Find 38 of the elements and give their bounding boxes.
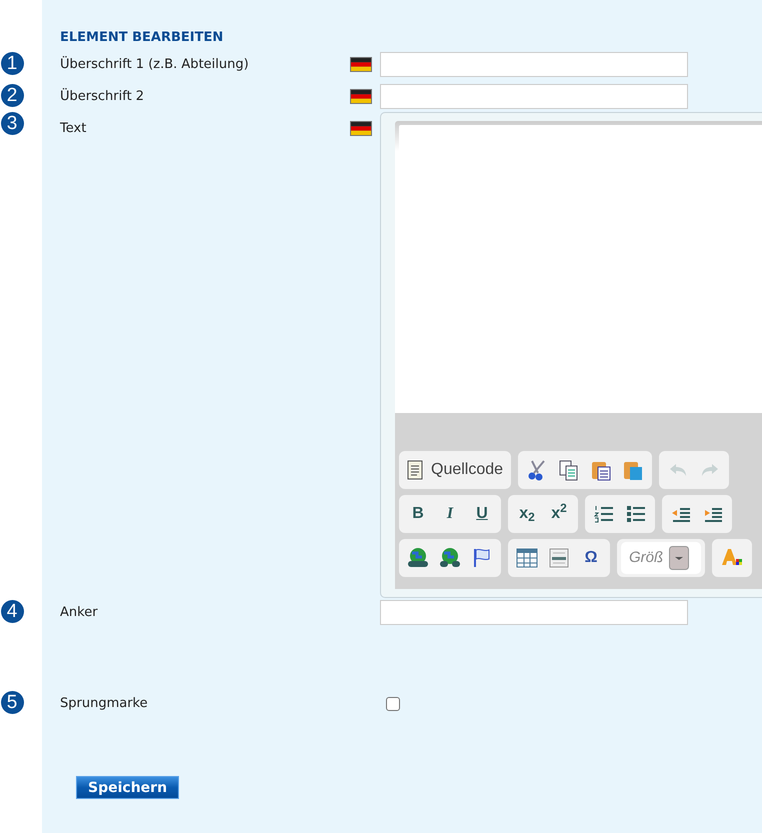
- field-label: Anker: [60, 604, 99, 622]
- field-label: Text: [60, 120, 88, 138]
- bullet-list-icon: [626, 504, 646, 524]
- step-number: 5: [0, 691, 24, 714]
- font-size-dropdown[interactable]: Größ: [621, 542, 701, 574]
- text-input[interactable]: [380, 84, 688, 109]
- underline-button[interactable]: U: [467, 499, 497, 529]
- source-button[interactable]: Quellcode: [403, 455, 508, 485]
- field-label: Sprungmarke: [60, 695, 149, 713]
- text-input[interactable]: [380, 52, 688, 77]
- indent-icon: [703, 505, 723, 523]
- text-input[interactable]: [380, 600, 688, 625]
- copy-icon: [558, 459, 580, 481]
- field-label: Überschrift 1 (z.B. Abteilung): [60, 55, 250, 74]
- section-title: ELEMENT BEARBEITEN: [60, 29, 224, 47]
- globe-link-icon: [407, 547, 429, 569]
- bold-button[interactable]: B: [403, 499, 433, 529]
- redo-icon: [700, 462, 720, 478]
- step-number: 2: [0, 84, 24, 107]
- special-character-button[interactable]: Ω: [576, 543, 606, 573]
- undo-icon: [668, 462, 688, 478]
- save-button[interactable]: Speichern: [76, 776, 180, 799]
- outdent-icon: [671, 505, 691, 523]
- checkbox[interactable]: [386, 697, 400, 711]
- step-number: 4: [0, 600, 24, 623]
- field-label: Überschrift 2: [60, 87, 146, 106]
- table-icon: [516, 548, 538, 568]
- script-button[interactable]: x$_{2}$: [512, 499, 542, 529]
- step-number: 3: [0, 112, 24, 135]
- clipboard-icon: [590, 459, 612, 481]
- globe-link-icon: [439, 547, 461, 569]
- document-icon: [407, 460, 423, 480]
- step-number: 1: [0, 52, 24, 75]
- script-button[interactable]: x$^{2}$: [544, 499, 574, 529]
- italic-button[interactable]: I: [435, 499, 465, 529]
- clipboard-icon: [622, 459, 644, 481]
- flag-icon: [473, 548, 491, 568]
- numbered-list-icon: [594, 504, 614, 524]
